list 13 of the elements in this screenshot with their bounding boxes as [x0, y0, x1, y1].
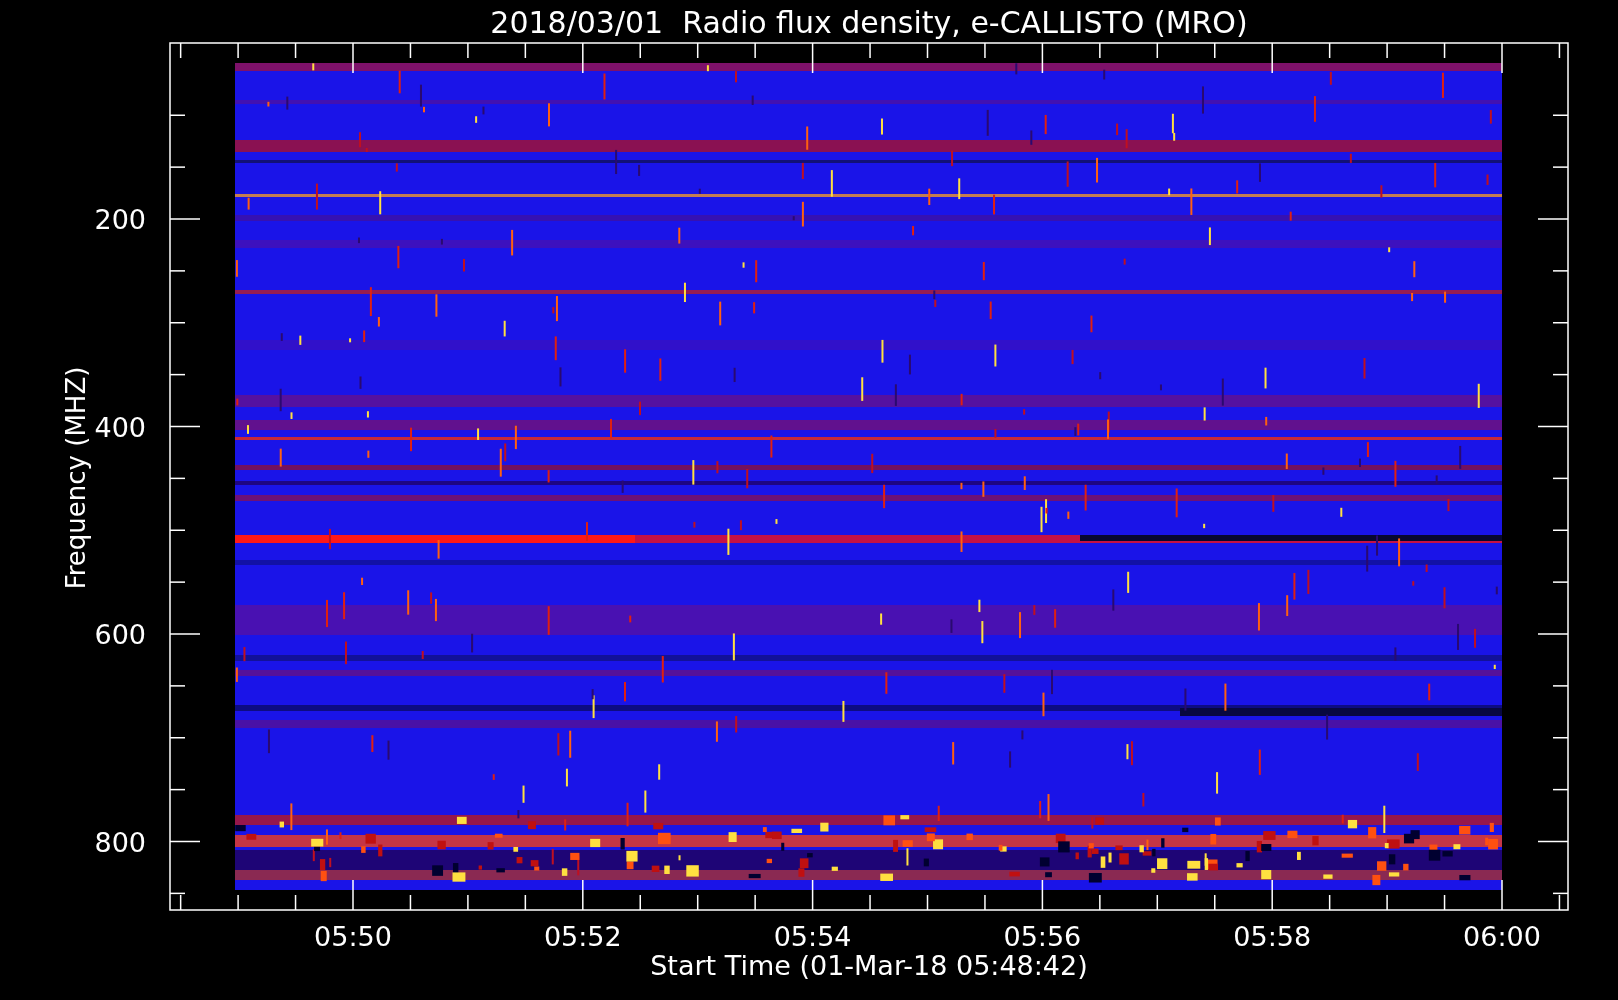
y-tick-label: 200 [94, 204, 146, 235]
x-tick-label: 05:52 [543, 921, 622, 952]
x-axis-label: Start Time (01-Mar-18 05:48:42) [650, 950, 1088, 981]
y-tick-label: 800 [94, 826, 146, 858]
x-tick-label: 06:00 [1463, 921, 1541, 952]
x-tick-label: 05:54 [773, 921, 852, 952]
y-axis-label: Frequency (MHZ) [61, 366, 91, 590]
x-tick-label: 05:58 [1233, 921, 1312, 952]
y-tick-label: 400 [94, 411, 146, 443]
x-tick-label: 05:50 [314, 921, 392, 952]
x-tick-label: 05:56 [1003, 921, 1082, 952]
y-tick-label: 600 [94, 619, 146, 650]
chart-title: 2018/03/01 Radio flux density, e-CALLISTO (MRO) [490, 5, 1248, 40]
